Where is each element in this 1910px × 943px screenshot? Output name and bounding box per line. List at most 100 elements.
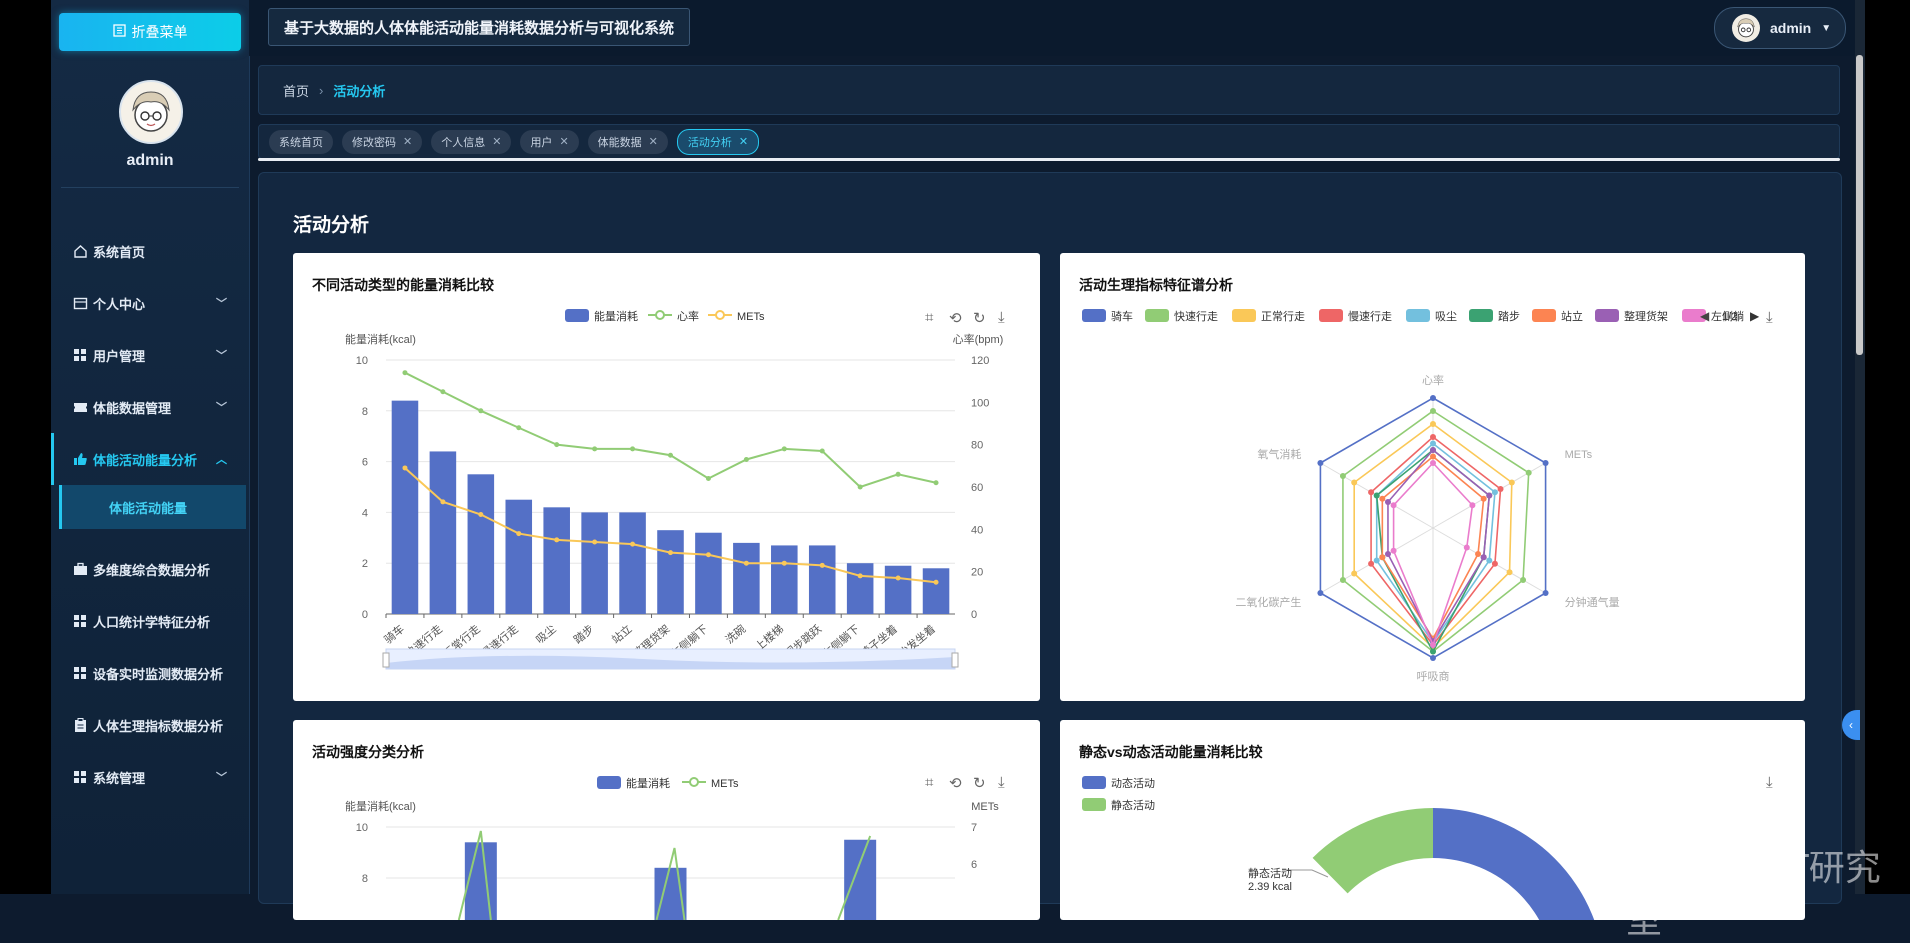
crop-icon[interactable]: ⌗ xyxy=(925,309,933,326)
radar-point xyxy=(1475,551,1482,557)
sidebar-item-label: 用户管理 xyxy=(93,348,146,364)
bar xyxy=(922,568,950,614)
chevron-down-icon: ﹀ xyxy=(216,772,227,784)
intensity-chart[interactable]: 能量消耗 METs 能量消耗(kcal) METs 8 10 6 7 xyxy=(293,720,1040,920)
radar-point xyxy=(1430,440,1436,447)
legend-label: 快速行走 xyxy=(1174,310,1218,323)
y-tick-label: 2 xyxy=(362,558,368,570)
sidebar-item-demographics[interactable]: 人口统计学特征分析 xyxy=(51,595,249,647)
data-point xyxy=(554,537,560,543)
sidebar-item-device-monitoring[interactable]: 设备实时监测数据分析 xyxy=(51,647,249,699)
y-right-tick-label: 6 xyxy=(971,859,977,871)
tab-personal-info[interactable]: 个人信息 ✕ xyxy=(431,129,512,154)
radar-point xyxy=(1373,557,1380,564)
legend-label: 动态活动 xyxy=(1111,777,1155,790)
radar-chart[interactable]: 骑车 快速行走 正常行走 慢速行走 吸尘 踏步 站立 整理货架 左侧躺◀ 1/2 ▶心率METs分钟… xyxy=(1060,253,1805,701)
radar-point xyxy=(1497,486,1504,492)
close-icon[interactable]: ✕ xyxy=(559,135,568,148)
legend-swatch xyxy=(689,777,699,787)
bar xyxy=(581,512,608,614)
sidebar-item-multi-dimension[interactable]: 多维度综合数据分析 xyxy=(51,543,249,595)
refresh-icon[interactable]: ↻ xyxy=(973,309,986,327)
tab-activity-analysis[interactable]: 活动分析 ✕ xyxy=(676,128,760,155)
tab-label: 个人信息 xyxy=(441,136,486,149)
download-icon[interactable]: ⤓ xyxy=(1766,774,1773,791)
sidebar-item-fitness-data[interactable]: 体能数据管理 ﹀ xyxy=(51,381,249,433)
sidebar-item-system-management[interactable]: 系统管理 ﹀ xyxy=(51,751,249,803)
data-point xyxy=(895,575,901,581)
data-point xyxy=(781,560,787,566)
sidebar-item-personal-center[interactable]: 个人中心 ﹀ xyxy=(51,277,249,329)
data-point xyxy=(592,446,598,452)
data-point xyxy=(933,480,939,486)
x-tick-label: 踏步 xyxy=(571,622,597,647)
breadcrumb-home[interactable]: 首页 xyxy=(283,81,309,100)
sidebar-item-energy-analysis[interactable]: 体能活动能量分析 ︿ xyxy=(51,433,249,485)
download-icon[interactable]: ⤓ xyxy=(998,309,1005,326)
download-icon[interactable]: ⤓ xyxy=(1766,309,1773,326)
data-point xyxy=(933,579,939,585)
legend-label: METs xyxy=(711,778,739,790)
scrollbar-thumb[interactable] xyxy=(1856,55,1863,355)
legend-swatch xyxy=(1469,309,1493,322)
radar-point xyxy=(1317,460,1324,466)
radar-point xyxy=(1469,502,1476,509)
y-axis-right-label: METs xyxy=(971,801,999,813)
radar-point xyxy=(1520,577,1527,583)
radar-point xyxy=(1542,460,1549,466)
pie-label: 静态活动 xyxy=(1248,866,1292,880)
radar-point xyxy=(1368,560,1375,567)
radar-point xyxy=(1430,421,1436,427)
radar-point xyxy=(1486,557,1493,564)
collapse-menu-button[interactable]: 折叠菜单 xyxy=(59,13,241,51)
legend-page-indicator: 1/2 xyxy=(1722,311,1737,323)
close-icon[interactable]: ✕ xyxy=(492,135,501,148)
undo-zoom-icon[interactable]: ⟲ xyxy=(949,309,962,327)
bar xyxy=(657,530,684,614)
chart-card-radar: 活动生理指标特征谱分析 骑车 快速行走 正常行走 慢速行走 吸尘 踏步 站立 整理货架 左侧躺 ◀… xyxy=(1060,253,1805,701)
download-icon[interactable]: ⤓ xyxy=(998,774,1005,791)
user-menu[interactable]: admin ▼ xyxy=(1714,7,1846,49)
submenu-item-energy[interactable]: 体能活动能量 xyxy=(59,485,246,529)
avatar[interactable] xyxy=(119,80,183,144)
chevron-down-icon: ﹀ xyxy=(216,298,227,310)
tab-label: 用户 xyxy=(530,136,553,149)
legend-label: METs xyxy=(737,311,765,323)
refresh-icon[interactable]: ↻ xyxy=(973,774,986,792)
bar xyxy=(467,474,495,614)
radar-point xyxy=(1351,479,1358,486)
data-point xyxy=(743,560,749,566)
radar-point xyxy=(1430,434,1436,440)
legend-label: 静态活动 xyxy=(1111,798,1155,812)
radar-point xyxy=(1379,554,1386,561)
x-tick-label: 洗碗 xyxy=(722,622,748,647)
sidebar-item-user-management[interactable]: 用户管理 ﹀ xyxy=(51,329,249,381)
crop-icon[interactable]: ⌗ xyxy=(925,774,933,791)
data-point xyxy=(402,370,408,376)
undo-zoom-icon[interactable]: ⟲ xyxy=(949,774,962,792)
tab-home[interactable]: 系统首页 xyxy=(269,129,333,154)
sidebar-username: admin xyxy=(126,152,174,169)
card-icon xyxy=(72,295,88,311)
close-icon[interactable]: ✕ xyxy=(739,135,748,148)
tab-change-password[interactable]: 修改密码 ✕ xyxy=(342,129,423,154)
tab-label: 系统首页 xyxy=(279,136,323,149)
close-icon[interactable]: ✕ xyxy=(649,135,658,148)
grid-icon xyxy=(72,665,88,681)
panel-toggle-chevron-left-icon[interactable]: ‹ xyxy=(1842,710,1860,740)
y-tick-label: 4 xyxy=(362,507,368,519)
data-point xyxy=(592,539,598,545)
data-point xyxy=(478,408,484,414)
series-line xyxy=(404,371,937,489)
tab-fitness-data[interactable]: 体能数据 ✕ xyxy=(587,129,668,154)
radar-point xyxy=(1373,492,1380,499)
sidebar-item-home[interactable]: 系统首页 xyxy=(51,225,249,277)
close-icon[interactable]: ✕ xyxy=(403,135,412,148)
legend-swatch xyxy=(1406,309,1430,322)
radar-point xyxy=(1368,489,1375,496)
bar xyxy=(884,565,912,614)
data-point xyxy=(743,456,749,462)
sidebar-item-physiology[interactable]: 人体生理指标数据分析 xyxy=(51,699,249,751)
tab-user[interactable]: 用户 ✕ xyxy=(520,129,579,154)
bar xyxy=(543,507,570,614)
